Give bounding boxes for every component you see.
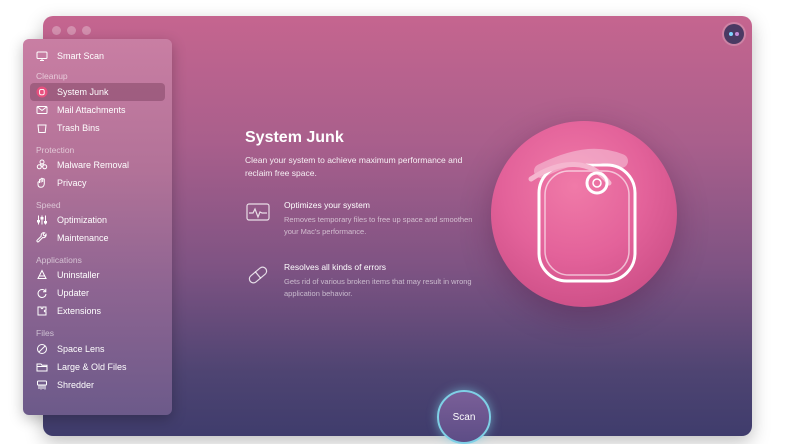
sidebar-item-label: Space Lens	[57, 344, 105, 354]
window-controls	[52, 26, 91, 35]
sidebar-item-label: Smart Scan	[57, 51, 105, 61]
sidebar-item-label: Uninstaller	[57, 270, 100, 280]
sidebar-item-label: Trash Bins	[57, 123, 100, 133]
biohazard-icon	[36, 159, 48, 171]
sidebar-item-uninstaller[interactable]: Uninstaller	[30, 266, 165, 284]
lens-icon	[36, 343, 48, 355]
sidebar-item-shredder[interactable]: Shredder	[30, 376, 165, 394]
sidebar-item-label: Optimization	[57, 215, 108, 225]
feature-desc-optimizes: Removes temporary files to free up space…	[284, 215, 473, 236]
system-junk-icon	[36, 86, 48, 98]
shredder-icon	[36, 379, 48, 391]
sidebar-item-smart-scan[interactable]: Smart Scan	[30, 47, 165, 65]
wrench-icon	[36, 232, 48, 244]
assistant-icon[interactable]	[724, 24, 744, 44]
sidebar-item-malware-removal[interactable]: Malware Removal	[30, 156, 165, 174]
sidebar-item-large-old-files[interactable]: Large & Old Files	[30, 358, 165, 376]
section-label-protection: Protection	[36, 145, 75, 155]
section-label-files: Files	[36, 328, 54, 338]
folder-icon	[36, 361, 48, 373]
sidebar-item-label: Privacy	[57, 178, 87, 188]
sidebar-item-optimization[interactable]: Optimization	[30, 211, 165, 229]
refresh-icon	[36, 287, 48, 299]
feature-title-resolves: Resolves all kinds of errors	[284, 262, 387, 272]
sidebar-item-space-lens[interactable]: Space Lens	[30, 340, 165, 358]
sidebar-item-label: System Junk	[57, 87, 109, 97]
sidebar-item-mail-attachments[interactable]: Mail Attachments	[30, 101, 165, 119]
section-label-speed: Speed	[36, 200, 61, 210]
sidebar-item-label: Mail Attachments	[57, 105, 126, 115]
sidebar-item-system-junk[interactable]: System Junk	[30, 83, 165, 101]
pill-icon	[245, 262, 271, 288]
sidebar-item-label: Updater	[57, 288, 90, 298]
sidebar-item-label: Extensions	[57, 306, 102, 316]
monitor-graph-icon	[245, 200, 271, 226]
feature-title-optimizes: Optimizes your system	[284, 200, 370, 210]
sidebar-item-label: Shredder	[57, 380, 95, 390]
sidebar-item-updater[interactable]: Updater	[30, 284, 165, 302]
mail-icon	[36, 104, 48, 116]
sidebar-item-label: Maintenance	[57, 233, 109, 243]
section-label-cleanup: Cleanup	[36, 71, 68, 81]
monitor-icon	[36, 50, 48, 62]
page-description: Clean your system to achieve maximum per…	[245, 155, 463, 178]
sidebar-item-trash-bins[interactable]: Trash Bins	[30, 119, 165, 137]
sidebar-item-label: Large & Old Files	[57, 362, 127, 372]
sliders-icon	[36, 214, 48, 226]
page-title: System Junk	[245, 129, 344, 146]
trash-icon	[36, 122, 48, 134]
sidebar-item-privacy[interactable]: Privacy	[30, 174, 165, 192]
minimize-window-button[interactable]	[67, 26, 76, 35]
sidebar-item-extensions[interactable]: Extensions	[30, 302, 165, 320]
sidebar-item-label: Malware Removal	[57, 160, 130, 170]
section-label-applications: Applications	[36, 255, 82, 265]
apps-icon	[36, 269, 48, 281]
sidebar-item-maintenance[interactable]: Maintenance	[30, 229, 165, 247]
extensions-icon	[36, 305, 48, 317]
scan-button[interactable]: Scan	[437, 390, 491, 444]
sidebar: Smart Scan Cleanup System Junk Mail Atta…	[23, 39, 172, 415]
feature-desc-resolves: Gets rid of various broken items that ma…	[284, 277, 472, 298]
hand-icon	[36, 177, 48, 189]
zoom-window-button[interactable]	[82, 26, 91, 35]
system-junk-hero-icon	[491, 121, 677, 307]
close-window-button[interactable]	[52, 26, 61, 35]
